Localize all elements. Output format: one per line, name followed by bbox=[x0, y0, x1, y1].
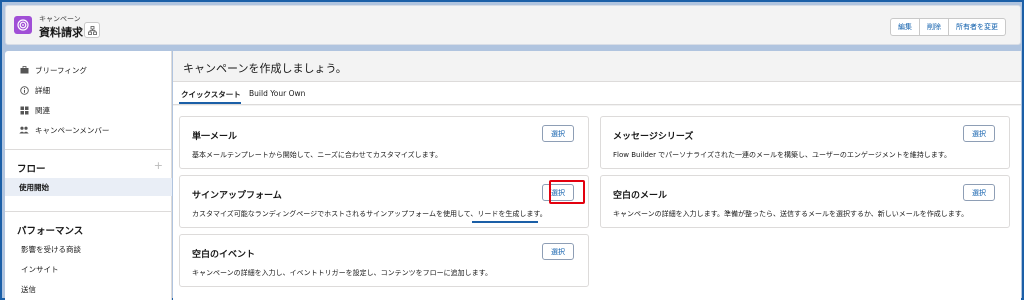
edit-button[interactable]: 編集 bbox=[890, 18, 920, 36]
sidebar-item-campaign-members[interactable]: キャンペーンメンバー bbox=[19, 123, 109, 137]
tab-bar: クイックスタート Build Your Own bbox=[173, 82, 1021, 105]
card-description: Flow Builder でパーソナライズされた一連のメールを構築し、ユーザーの… bbox=[613, 151, 951, 159]
sidebar: ブリーフィング 詳細 関連 キャンペーンメンバー フロー + 使用開始 パフォー… bbox=[5, 51, 172, 300]
grid-icon bbox=[19, 106, 29, 115]
delete-button[interactable]: 削除 bbox=[920, 18, 949, 36]
card-description: キャンペーンの詳細を入力し、イベントトリガーを設定し、コンテンツをフローに追加し… bbox=[192, 269, 492, 277]
object-type-label: キャンペーン bbox=[39, 15, 81, 23]
card-title: 空白のイベント bbox=[192, 250, 256, 260]
sidebar-item-label: キャンペーンメンバー bbox=[35, 125, 110, 135]
record-header: キャンペーン 資料請求 編集 削除 所有者を変更 bbox=[5, 5, 1021, 45]
briefcase-icon bbox=[19, 66, 29, 74]
hierarchy-icon bbox=[87, 25, 97, 35]
highlight-box bbox=[549, 180, 585, 204]
sidebar-item-briefing[interactable]: ブリーフィング bbox=[19, 63, 87, 77]
main-panel: キャンペーンを作成しましょう。 クイックスタート Build Your Own … bbox=[173, 51, 1021, 300]
sidebar-divider bbox=[5, 211, 172, 212]
header-actions: 編集 削除 所有者を変更 bbox=[890, 18, 1006, 36]
performance-heading: パフォーマンス bbox=[17, 226, 84, 237]
card-title: 単一メール bbox=[192, 132, 238, 142]
quick-start-content: 単一メール 基本メールテンプレートから開始して、ニーズに合わせてカスタマイズしま… bbox=[173, 106, 1021, 300]
add-flow-icon[interactable]: + bbox=[154, 159, 163, 172]
card-blank-email: 空白のメール キャンペーンの詳細を入力します。準備が整ったら、送信するメールを選… bbox=[600, 175, 1010, 228]
tab-build-your-own[interactable]: Build Your Own bbox=[249, 89, 305, 98]
select-button[interactable]: 選択 bbox=[542, 125, 574, 142]
sidebar-item-influenced-opportunities[interactable]: 影響を受ける商談 bbox=[21, 244, 81, 255]
sidebar-divider bbox=[5, 149, 172, 150]
page-title: キャンペーンを作成しましょう。 bbox=[173, 51, 1021, 82]
card-title: 空白のメール bbox=[613, 191, 668, 201]
app-frame: キャンペーン 資料請求 編集 削除 所有者を変更 ブリーフィング 詳細 関連 キ… bbox=[0, 0, 1024, 300]
sidebar-item-label: 詳細 bbox=[35, 85, 50, 95]
card-title: サインアップフォーム bbox=[192, 191, 282, 201]
select-button[interactable]: 選択 bbox=[963, 184, 995, 201]
sidebar-item-details[interactable]: 詳細 bbox=[19, 83, 50, 97]
card-single-email: 単一メール 基本メールテンプレートから開始して、ニーズに合わせてカスタマイズしま… bbox=[179, 116, 589, 169]
sidebar-item-label: ブリーフィング bbox=[35, 65, 87, 75]
record-title: 資料請求 bbox=[39, 26, 83, 39]
card-description: カスタマイズ可能なランディングページでホストされるサインアップフォームを使用して… bbox=[192, 210, 547, 218]
sidebar-item-insights[interactable]: インサイト bbox=[21, 264, 59, 275]
card-message-series: メッセージシリーズ Flow Builder でパーソナライズされた一連のメール… bbox=[600, 116, 1010, 169]
card-signup-form: サインアップフォーム カスタマイズ可能なランディングページでホストされるサインア… bbox=[179, 175, 589, 228]
sidebar-item-label: 関連 bbox=[35, 105, 50, 115]
sidebar-item-sends[interactable]: 送信 bbox=[21, 284, 36, 295]
members-icon bbox=[19, 126, 29, 134]
emphasis-underline bbox=[472, 221, 538, 223]
sidebar-item-get-started[interactable]: 使用開始 bbox=[5, 178, 172, 196]
sidebar-item-related[interactable]: 関連 bbox=[19, 103, 50, 117]
info-icon bbox=[19, 85, 29, 95]
hierarchy-button[interactable] bbox=[84, 22, 100, 38]
card-blank-event: 空白のイベント キャンペーンの詳細を入力し、イベントトリガーを設定し、コンテンツ… bbox=[179, 234, 589, 287]
active-tab-indicator bbox=[179, 102, 241, 104]
campaign-target-icon bbox=[14, 16, 32, 34]
tab-quick-start[interactable]: クイックスタート bbox=[181, 89, 241, 100]
change-owner-button[interactable]: 所有者を変更 bbox=[949, 18, 1006, 36]
flow-heading: フロー bbox=[17, 164, 46, 175]
select-button[interactable]: 選択 bbox=[542, 243, 574, 260]
card-title: メッセージシリーズ bbox=[613, 132, 694, 142]
card-description: キャンペーンの詳細を入力します。準備が整ったら、送信するメールを選択するか、新し… bbox=[613, 210, 969, 218]
select-button[interactable]: 選択 bbox=[963, 125, 995, 142]
card-description: 基本メールテンプレートから開始して、ニーズに合わせてカスタマイズします。 bbox=[192, 151, 442, 159]
